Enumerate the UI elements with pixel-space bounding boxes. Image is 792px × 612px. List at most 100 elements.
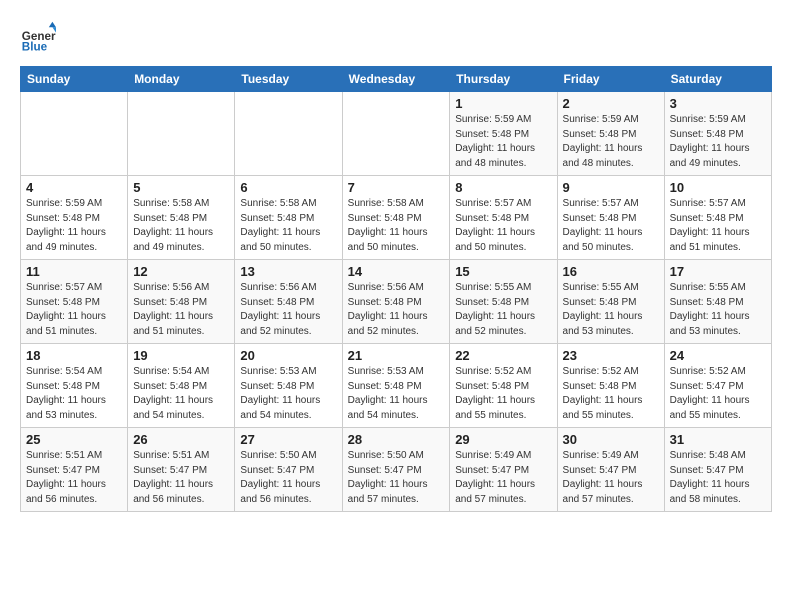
day-number: 3 xyxy=(670,96,766,111)
week-row-1: 1 Sunrise: 5:59 AM Sunset: 5:48 PM Daylig… xyxy=(21,92,772,176)
day-detail: Sunrise: 5:49 AM Sunset: 5:47 PM Dayligh… xyxy=(455,449,551,507)
day-detail: Sunrise: 5:52 AM Sunset: 5:47 PM Dayligh… xyxy=(670,365,766,423)
page-header: General Blue xyxy=(20,20,772,56)
day-number: 28 xyxy=(348,432,445,447)
calendar-table: SundayMondayTuesdayWednesdayThursdayFrid… xyxy=(20,66,772,512)
calendar-cell: 17 Sunrise: 5:55 AM Sunset: 5:48 PM Dayli… xyxy=(664,260,771,344)
day-number: 1 xyxy=(455,96,551,111)
calendar-cell xyxy=(342,92,450,176)
day-detail: Sunrise: 5:58 AM Sunset: 5:48 PM Dayligh… xyxy=(348,197,445,255)
calendar-cell: 2 Sunrise: 5:59 AM Sunset: 5:48 PM Daylig… xyxy=(557,92,664,176)
day-number: 22 xyxy=(455,348,551,363)
calendar-cell: 22 Sunrise: 5:52 AM Sunset: 5:48 PM Dayli… xyxy=(450,344,557,428)
header-cell-monday: Monday xyxy=(128,67,235,92)
day-number: 8 xyxy=(455,180,551,195)
header-cell-tuesday: Tuesday xyxy=(235,67,342,92)
calendar-cell: 10 Sunrise: 5:57 AM Sunset: 5:48 PM Dayli… xyxy=(664,176,771,260)
day-detail: Sunrise: 5:54 AM Sunset: 5:48 PM Dayligh… xyxy=(26,365,122,423)
calendar-cell: 18 Sunrise: 5:54 AM Sunset: 5:48 PM Dayli… xyxy=(21,344,128,428)
day-detail: Sunrise: 5:58 AM Sunset: 5:48 PM Dayligh… xyxy=(133,197,229,255)
day-number: 23 xyxy=(563,348,659,363)
week-row-3: 11 Sunrise: 5:57 AM Sunset: 5:48 PM Dayli… xyxy=(21,260,772,344)
day-detail: Sunrise: 5:55 AM Sunset: 5:48 PM Dayligh… xyxy=(670,281,766,339)
calendar-cell: 26Sunrise: 5:51 AM Sunset: 5:47 PM Dayli… xyxy=(128,428,235,512)
day-detail: Sunrise: 5:57 AM Sunset: 5:48 PM Dayligh… xyxy=(563,197,659,255)
day-number: 29 xyxy=(455,432,551,447)
calendar-cell: 16Sunrise: 5:55 AM Sunset: 5:48 PM Dayli… xyxy=(557,260,664,344)
calendar-cell: 5Sunrise: 5:58 AM Sunset: 5:48 PM Daylig… xyxy=(128,176,235,260)
calendar-cell: 12 Sunrise: 5:56 AM Sunset: 5:48 PM Dayli… xyxy=(128,260,235,344)
calendar-cell: 4 Sunrise: 5:59 AM Sunset: 5:48 PM Daylig… xyxy=(21,176,128,260)
day-detail: Sunrise: 5:56 AM Sunset: 5:48 PM Dayligh… xyxy=(348,281,445,339)
day-number: 20 xyxy=(240,348,336,363)
day-detail: Sunrise: 5:59 AM Sunset: 5:48 PM Dayligh… xyxy=(670,113,766,171)
header-cell-friday: Friday xyxy=(557,67,664,92)
calendar-cell: 27Sunrise: 5:50 AM Sunset: 5:47 PM Dayli… xyxy=(235,428,342,512)
week-row-2: 4 Sunrise: 5:59 AM Sunset: 5:48 PM Daylig… xyxy=(21,176,772,260)
day-number: 18 xyxy=(26,348,122,363)
header-cell-sunday: Sunday xyxy=(21,67,128,92)
calendar-cell: 7 Sunrise: 5:58 AM Sunset: 5:48 PM Daylig… xyxy=(342,176,450,260)
calendar-cell: 21 Sunrise: 5:53 AM Sunset: 5:48 PM Dayli… xyxy=(342,344,450,428)
day-number: 4 xyxy=(26,180,122,195)
calendar-cell xyxy=(235,92,342,176)
header-cell-wednesday: Wednesday xyxy=(342,67,450,92)
day-detail: Sunrise: 5:54 AM Sunset: 5:48 PM Dayligh… xyxy=(133,365,229,423)
calendar-cell: 13 Sunrise: 5:56 AM Sunset: 5:48 PM Dayli… xyxy=(235,260,342,344)
calendar-cell: 19 Sunrise: 5:54 AM Sunset: 5:48 PM Dayli… xyxy=(128,344,235,428)
header-cell-thursday: Thursday xyxy=(450,67,557,92)
calendar-cell: 1 Sunrise: 5:59 AM Sunset: 5:48 PM Daylig… xyxy=(450,92,557,176)
calendar-cell: 3 Sunrise: 5:59 AM Sunset: 5:48 PM Daylig… xyxy=(664,92,771,176)
calendar-cell: 6 Sunrise: 5:58 AM Sunset: 5:48 PM Daylig… xyxy=(235,176,342,260)
day-detail: Sunrise: 5:58 AM Sunset: 5:48 PM Dayligh… xyxy=(240,197,336,255)
day-detail: Sunrise: 5:59 AM Sunset: 5:48 PM Dayligh… xyxy=(455,113,551,171)
day-detail: Sunrise: 5:56 AM Sunset: 5:48 PM Dayligh… xyxy=(133,281,229,339)
day-detail: Sunrise: 5:59 AM Sunset: 5:48 PM Dayligh… xyxy=(563,113,659,171)
calendar-cell: 23 Sunrise: 5:52 AM Sunset: 5:48 PM Dayli… xyxy=(557,344,664,428)
svg-text:Blue: Blue xyxy=(22,41,48,54)
day-number: 17 xyxy=(670,264,766,279)
day-number: 25 xyxy=(26,432,122,447)
calendar-cell: 30Sunrise: 5:49 AM Sunset: 5:47 PM Dayli… xyxy=(557,428,664,512)
day-detail: Sunrise: 5:57 AM Sunset: 5:48 PM Dayligh… xyxy=(455,197,551,255)
calendar-cell xyxy=(128,92,235,176)
day-number: 10 xyxy=(670,180,766,195)
logo: General Blue xyxy=(20,20,56,56)
day-number: 13 xyxy=(240,264,336,279)
calendar-cell xyxy=(21,92,128,176)
calendar-cell: 24 Sunrise: 5:52 AM Sunset: 5:47 PM Dayli… xyxy=(664,344,771,428)
header-row: SundayMondayTuesdayWednesdayThursdayFrid… xyxy=(21,67,772,92)
day-detail: Sunrise: 5:57 AM Sunset: 5:48 PM Dayligh… xyxy=(26,281,122,339)
calendar-cell: 25Sunrise: 5:51 AM Sunset: 5:47 PM Dayli… xyxy=(21,428,128,512)
day-detail: Sunrise: 5:59 AM Sunset: 5:48 PM Dayligh… xyxy=(26,197,122,255)
day-detail: Sunrise: 5:53 AM Sunset: 5:48 PM Dayligh… xyxy=(348,365,445,423)
calendar-cell: 14Sunrise: 5:56 AM Sunset: 5:48 PM Dayli… xyxy=(342,260,450,344)
calendar-cell: 20Sunrise: 5:53 AM Sunset: 5:48 PM Dayli… xyxy=(235,344,342,428)
day-number: 21 xyxy=(348,348,445,363)
day-detail: Sunrise: 5:56 AM Sunset: 5:48 PM Dayligh… xyxy=(240,281,336,339)
logo-icon: General Blue xyxy=(20,20,56,56)
day-detail: Sunrise: 5:55 AM Sunset: 5:48 PM Dayligh… xyxy=(563,281,659,339)
week-row-4: 18 Sunrise: 5:54 AM Sunset: 5:48 PM Dayli… xyxy=(21,344,772,428)
calendar-cell: 28 Sunrise: 5:50 AM Sunset: 5:47 PM Dayli… xyxy=(342,428,450,512)
day-number: 30 xyxy=(563,432,659,447)
day-number: 15 xyxy=(455,264,551,279)
day-number: 6 xyxy=(240,180,336,195)
day-detail: Sunrise: 5:48 AM Sunset: 5:47 PM Dayligh… xyxy=(670,449,766,507)
day-detail: Sunrise: 5:57 AM Sunset: 5:48 PM Dayligh… xyxy=(670,197,766,255)
day-number: 7 xyxy=(348,180,445,195)
day-number: 2 xyxy=(563,96,659,111)
day-number: 12 xyxy=(133,264,229,279)
calendar-cell: 31Sunrise: 5:48 AM Sunset: 5:47 PM Dayli… xyxy=(664,428,771,512)
day-detail: Sunrise: 5:55 AM Sunset: 5:48 PM Dayligh… xyxy=(455,281,551,339)
day-number: 19 xyxy=(133,348,229,363)
calendar-cell: 29 Sunrise: 5:49 AM Sunset: 5:47 PM Dayli… xyxy=(450,428,557,512)
day-number: 11 xyxy=(26,264,122,279)
day-detail: Sunrise: 5:50 AM Sunset: 5:47 PM Dayligh… xyxy=(348,449,445,507)
calendar-cell: 11 Sunrise: 5:57 AM Sunset: 5:48 PM Dayli… xyxy=(21,260,128,344)
day-number: 9 xyxy=(563,180,659,195)
day-detail: Sunrise: 5:52 AM Sunset: 5:48 PM Dayligh… xyxy=(455,365,551,423)
day-detail: Sunrise: 5:52 AM Sunset: 5:48 PM Dayligh… xyxy=(563,365,659,423)
day-number: 24 xyxy=(670,348,766,363)
calendar-cell: 9 Sunrise: 5:57 AM Sunset: 5:48 PM Daylig… xyxy=(557,176,664,260)
